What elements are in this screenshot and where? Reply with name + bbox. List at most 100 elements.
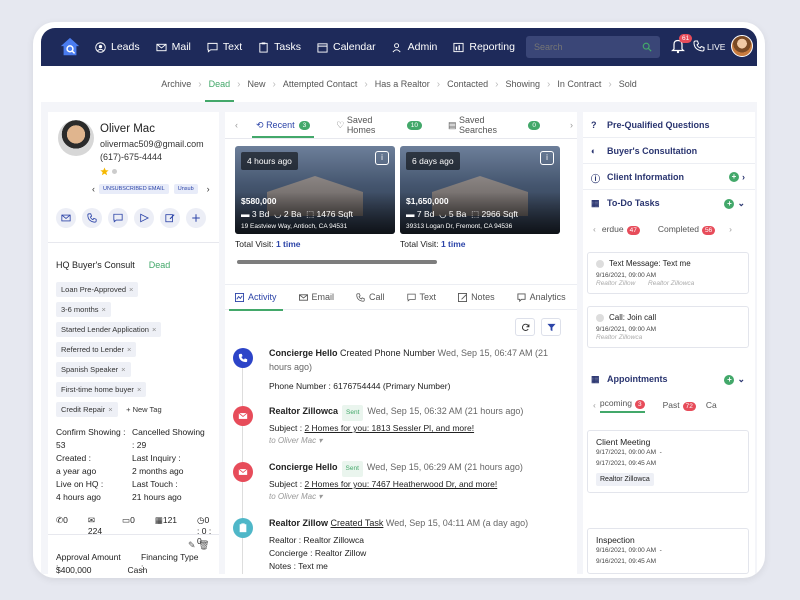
add-icon[interactable]: +	[729, 172, 739, 182]
stage-new[interactable]: New	[241, 66, 271, 102]
chevron-left-icon[interactable]: ‹	[593, 400, 596, 410]
task-owner: Realtor Zillowca	[648, 280, 695, 287]
chevron-right-icon: ›	[436, 78, 441, 90]
todo-tasks-row[interactable]: ▦ To-Do Tasks + ⌄	[583, 190, 755, 216]
chevron-down-icon[interactable]: ⌄	[737, 374, 745, 385]
chevron-left-icon[interactable]: ‹	[593, 224, 596, 234]
buyers-consultation-row[interactable]: ◐ Buyer's Consultation	[583, 138, 755, 164]
tab-email[interactable]: Email	[298, 284, 334, 310]
stage-has-a-realtor[interactable]: Has a Realtor	[369, 66, 436, 102]
nav-tasks[interactable]: Tasks	[258, 41, 301, 53]
nav-leads[interactable]: Leads	[95, 41, 140, 53]
filter-button[interactable]	[541, 318, 561, 336]
lead-pills: ‹ UNSUBSCRIBED EMAIL Unsub ›	[88, 184, 214, 194]
search-box[interactable]	[526, 36, 660, 58]
horizontal-scrollbar[interactable]	[237, 260, 437, 264]
tab-recent[interactable]: ⟲ Recent 3	[251, 112, 315, 138]
stage-archive[interactable]: Archive	[155, 66, 197, 102]
tab-notes[interactable]: Notes	[458, 284, 495, 310]
tab-analytics[interactable]: Analytics	[517, 284, 566, 310]
task-checkbox[interactable]	[596, 259, 604, 268]
tab-activity[interactable]: Activity	[229, 284, 282, 311]
chevron-right-icon[interactable]: ›	[207, 184, 210, 194]
stage-showing[interactable]: Showing	[499, 66, 546, 102]
stat-label: Live on HQ :	[56, 479, 104, 489]
call-action-button[interactable]	[82, 208, 102, 228]
info-icon[interactable]: i	[375, 151, 389, 165]
consult-status-value[interactable]: Dead	[149, 260, 171, 270]
tab-saved-homes[interactable]: ♡ Saved Homes 10	[336, 112, 422, 138]
chevron-right-icon[interactable]: ›	[570, 120, 573, 130]
refresh-button[interactable]	[515, 318, 535, 336]
edit-icon[interactable]: ✎	[188, 540, 196, 550]
tab-completed-count: 56	[701, 226, 716, 235]
add-icon[interactable]: +	[724, 374, 735, 385]
stage-sold[interactable]: Sold	[613, 66, 643, 102]
chevron-right-icon[interactable]: ›	[742, 172, 745, 182]
tab-completed[interactable]: Completed 56	[658, 224, 716, 235]
lead-email[interactable]: olivermac509@gmail.com	[100, 139, 204, 149]
tab-text[interactable]: Text	[406, 284, 436, 310]
close-icon[interactable]: ×	[152, 325, 156, 334]
stage-dead[interactable]: Dead	[203, 66, 237, 102]
appointment-card[interactable]: Client Meeting 9/17/2021, 09:00 AM -9/17…	[587, 430, 749, 493]
user-avatar[interactable]	[731, 35, 753, 57]
edit-action-button[interactable]	[160, 208, 180, 228]
text-action-button[interactable]	[108, 208, 128, 228]
trash-icon[interactable]: 🗑︎	[198, 540, 209, 550]
chevron-left-icon[interactable]: ‹	[92, 184, 95, 194]
add-icon[interactable]: +	[724, 198, 735, 209]
nav-text[interactable]: Text	[207, 41, 242, 53]
task-card[interactable]: Call: Join call 9/16/2021, 09:00 AM Real…	[587, 306, 749, 348]
caret-down-icon[interactable]: ▾	[318, 436, 322, 445]
star-icon[interactable]	[100, 167, 109, 176]
nav-admin[interactable]: Admin	[392, 41, 437, 53]
stage-contacted[interactable]: Contacted	[441, 66, 494, 102]
close-icon[interactable]: ×	[137, 385, 141, 394]
tab-upcoming[interactable]: pcoming 3	[599, 398, 645, 413]
task-card[interactable]: Text Message: Text me 9/16/2021, 09:00 A…	[587, 252, 749, 294]
nav-mail[interactable]: Mail	[156, 41, 191, 53]
task-checkbox[interactable]	[596, 313, 604, 322]
chevron-down-icon[interactable]: ⌄	[737, 198, 745, 209]
lead-phone[interactable]: (617)-675-4444	[100, 152, 162, 162]
close-icon[interactable]: ×	[121, 365, 125, 374]
chevron-right-icon[interactable]: ›	[729, 224, 732, 234]
add-action-button[interactable]	[186, 208, 206, 228]
caret-down-icon[interactable]: ▾	[318, 492, 322, 501]
nav-reporting[interactable]: Reporting	[453, 41, 515, 53]
chevron-left-icon[interactable]: ‹	[235, 120, 238, 130]
appointments-row[interactable]: ▦ Appointments + ⌄	[583, 366, 755, 392]
send-action-button[interactable]	[134, 208, 154, 228]
live-label[interactable]: LIVE	[707, 42, 725, 52]
property-card[interactable]: 4 hours ago i $580,000 ▬ 3 Bd ◡ 2 Ba ⬚ 1…	[235, 146, 395, 234]
nav-calendar[interactable]: Calendar	[317, 41, 376, 53]
email-subject-link[interactable]: 2 Homes for you: 1813 Sessler Pl, and mo…	[304, 423, 474, 433]
email-action-button[interactable]	[56, 208, 76, 228]
search-icon[interactable]	[642, 42, 652, 52]
new-tag-button[interactable]: + New Tag	[126, 405, 162, 414]
tab-call[interactable]: Call	[356, 284, 385, 310]
close-icon[interactable]: ×	[108, 405, 112, 414]
tab-cancelled[interactable]: Ca	[706, 400, 717, 410]
close-icon[interactable]: ×	[102, 305, 106, 314]
search-input[interactable]	[534, 42, 634, 52]
pre-qualified-questions-row[interactable]: ? Pre-Qualified Questions	[583, 112, 755, 138]
close-icon[interactable]: ×	[129, 285, 133, 294]
tab-saved-searches[interactable]: ▤ Saved Searches 0	[448, 112, 540, 138]
stage-attempted-contact[interactable]: Attempted Contact	[277, 66, 364, 102]
property-card[interactable]: 6 days ago i $1,650,000 ▬ 7 Bd ◡ 5 Ba ⬚ …	[400, 146, 560, 234]
client-information-row[interactable]: ⓘ Client Information + ›	[583, 164, 755, 190]
home-logo-icon[interactable]	[59, 36, 81, 58]
info-icon[interactable]: i	[540, 151, 554, 165]
appointment-card[interactable]: Inspection 9/16/2021, 09:00 AM -9/16/202…	[587, 528, 749, 574]
stage-in-contract[interactable]: In Contract	[551, 66, 607, 102]
tab-overdue[interactable]: erdue 47	[602, 224, 640, 235]
email-subject-link[interactable]: 2 Homes for you: 7467 Heatherwood Dr, an…	[304, 479, 497, 489]
feed-action-link[interactable]: Created Task	[331, 518, 384, 528]
feed-actor: Concierge Hello	[269, 348, 338, 358]
tab-past[interactable]: Past 72	[663, 400, 696, 411]
phone-icon[interactable]	[693, 40, 705, 52]
close-icon[interactable]: ×	[127, 345, 131, 354]
approval-amount-value: $400,000	[56, 565, 92, 574]
